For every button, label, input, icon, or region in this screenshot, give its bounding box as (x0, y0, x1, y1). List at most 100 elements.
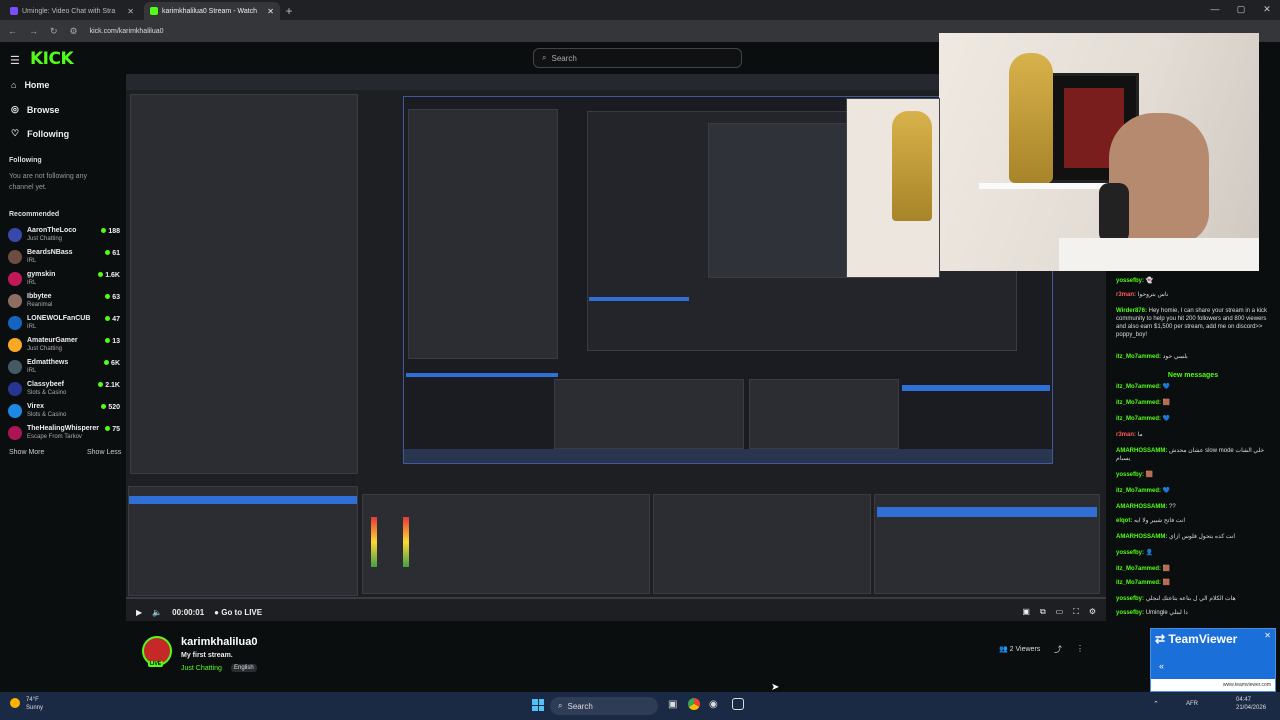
audio-meter (371, 517, 377, 567)
taskbar-search-label: Search (567, 701, 593, 711)
chat-username[interactable]: AMARHOSSAMM: (1116, 534, 1167, 540)
chat-username[interactable]: AMARHOSSAMM: (1116, 504, 1167, 510)
maximize-button[interactable]: ▢ (1228, 0, 1254, 18)
chat-username[interactable]: itz_Mo7ammed: (1116, 580, 1161, 586)
viewer-count-text: 1.6K (105, 272, 120, 279)
hamburger-menu-icon[interactable]: ☰ (10, 54, 20, 67)
chat-username[interactable]: yossefby: (1116, 596, 1144, 602)
chat-username[interactable]: yossefby: (1116, 472, 1144, 478)
pip-icon[interactable]: ⧉ (1040, 607, 1046, 617)
forward-icon[interactable]: → (29, 26, 38, 36)
viewer-count-text: 6K (111, 360, 120, 367)
settings-icon[interactable]: ⚙ (1089, 607, 1096, 617)
clip-icon[interactable]: ▣ (1022, 607, 1030, 617)
recommended-channel[interactable]: Virex Slots & Casino 520 (8, 401, 120, 423)
kick-logo[interactable]: KICK (30, 49, 74, 69)
collapse-icon[interactable]: « (1159, 661, 1164, 671)
recommended-channel[interactable]: AaronTheLoco Just Chatting 188 (8, 225, 120, 247)
chat-username[interactable]: itz_Mo7ammed: (1116, 400, 1161, 406)
channel-name: LONEWOLFanCUB (27, 315, 91, 322)
chat-username[interactable]: elqot: (1116, 518, 1132, 524)
app-icon[interactable] (732, 698, 744, 710)
recommended-channel[interactable]: LONEWOLFanCUB IRL 47 (8, 313, 120, 335)
reload-icon[interactable]: ↻ (50, 26, 58, 37)
chat-text: 🟫 (1145, 472, 1154, 478)
chat-text: ما (1137, 432, 1143, 438)
recommended-channel[interactable]: TheHealingWhisperer Escape From Tarkov 75 (8, 423, 120, 445)
channel-name[interactable]: karimkhalilua0 (181, 636, 257, 648)
language-indicator[interactable]: AFR (1186, 701, 1198, 707)
scene-selected-bar (129, 496, 357, 504)
chat-username[interactable]: itz_Mo7ammed: (1116, 566, 1161, 572)
sidebar-item-home[interactable]: ⌂ Home (11, 80, 49, 90)
nested-webcam-preview (846, 98, 940, 278)
chat-username[interactable]: r3man: (1116, 292, 1136, 298)
share-icon[interactable]: ⤴ (1054, 644, 1062, 655)
clock-date[interactable]: 21/04/2026 (1236, 705, 1266, 711)
trophy (1009, 53, 1053, 183)
obs-scene-transitions (653, 494, 871, 594)
viewer-count-text: 63 (112, 294, 120, 301)
file-explorer-icon[interactable]: ▣ (668, 699, 677, 710)
chat-username[interactable]: yossefby: (1116, 278, 1144, 284)
show-less-link[interactable]: Show Less (87, 449, 121, 456)
chat-username[interactable]: r3man: (1116, 432, 1136, 438)
chat-username[interactable]: itz_Mo7ammed: (1116, 416, 1161, 422)
chat-username[interactable]: AMARHOSSAMM: (1116, 448, 1167, 454)
search-input[interactable]: ⌕ Search (533, 48, 742, 68)
recommended-channel[interactable]: Ibbytee Reanimal 63 (8, 291, 120, 313)
chrome-icon[interactable] (688, 698, 700, 710)
nav-label: Following (27, 128, 70, 139)
site-info-icon[interactable]: ⚙ (70, 26, 78, 37)
browser-tab-bar: Umingle: Video Chat with Stra ✕ karimkha… (0, 0, 1280, 20)
selection-bar (406, 373, 558, 377)
chat-username[interactable]: yossefby: (1116, 610, 1144, 616)
chat-text: 🟫 (1162, 566, 1171, 572)
chat-username[interactable]: itz_Mo7ammed: (1116, 488, 1161, 494)
chat-message: yossefby: 👻 (1116, 277, 1274, 285)
taskbar-search[interactable]: ⌕ Search (550, 697, 658, 715)
obs-icon[interactable]: ◉ (709, 699, 718, 710)
show-more-link[interactable]: Show More (9, 449, 44, 456)
new-messages-divider: New messages (1167, 372, 1219, 379)
sidebar-item-following[interactable]: ♡ Following (11, 128, 69, 139)
fullscreen-icon[interactable]: ⛶ (1073, 607, 1079, 617)
new-tab-button[interactable]: + (280, 2, 298, 20)
minimize-button[interactable]: — (1202, 0, 1228, 18)
browser-tab-kick[interactable]: karimkhalilua0 Stream - Watch ✕ (144, 2, 280, 20)
recommended-channel[interactable]: AmateurGamer Just Chatting 13 (8, 335, 120, 357)
recommended-channel[interactable]: BeardsNBass IRL 61 (8, 247, 120, 269)
volume-icon[interactable]: 🔈 (152, 608, 162, 617)
recommended-channel[interactable]: gymskin IRL 1.6K (8, 269, 120, 291)
go-live-button[interactable]: ● Go to LIVE (214, 608, 262, 617)
channel-avatar (8, 316, 22, 330)
browser-tab-umingle[interactable]: Umingle: Video Chat with Stra ✕ (4, 2, 140, 20)
chat-username[interactable]: yossefby: (1116, 550, 1144, 556)
chat-username[interactable]: Wirder876: (1116, 308, 1147, 314)
windows-start-icon[interactable] (532, 699, 544, 711)
sidebar-item-browse[interactable]: ◎ Browse (11, 104, 59, 115)
chat-text: Umingle دا لبتلي (1145, 610, 1188, 616)
chat-username[interactable]: itz_Mo7ammed: (1116, 384, 1161, 390)
chat-username[interactable]: itz_Mo7ammed: (1116, 354, 1161, 360)
recommended-channel[interactable]: Edmatthews IRL 6K (8, 357, 120, 379)
back-icon[interactable]: ← (8, 26, 17, 36)
stream-category[interactable]: Just Chatting (181, 665, 222, 672)
chat-text: 🟫 (1162, 400, 1171, 406)
theater-icon[interactable]: ▭ (1056, 607, 1064, 617)
recommended-channel[interactable]: Classybeef Slots & Casino 2.1K (8, 379, 120, 401)
close-tab-icon[interactable]: ✕ (127, 7, 134, 16)
more-options-icon[interactable]: ⋮ (1076, 644, 1084, 653)
language-tag[interactable]: English (231, 664, 257, 672)
tray-expand-icon[interactable]: ⌃ (1153, 700, 1159, 708)
weather-desc[interactable]: Sunny (26, 705, 43, 711)
weather-temp[interactable]: 74°F (26, 697, 39, 703)
close-icon[interactable]: ✕ (1264, 631, 1271, 640)
sidebar: ⌂ Home ◎ Browse ♡ Following Following Yo… (0, 74, 126, 692)
channel-avatar (8, 294, 22, 308)
url-field[interactable]: kick.com/karimkhalilua0 (90, 28, 164, 35)
close-tab-icon[interactable]: ✕ (267, 7, 274, 16)
clock-time[interactable]: 04:47 (1236, 697, 1251, 703)
play-icon[interactable]: ▶ (136, 608, 142, 617)
close-window-button[interactable]: ✕ (1254, 0, 1280, 18)
